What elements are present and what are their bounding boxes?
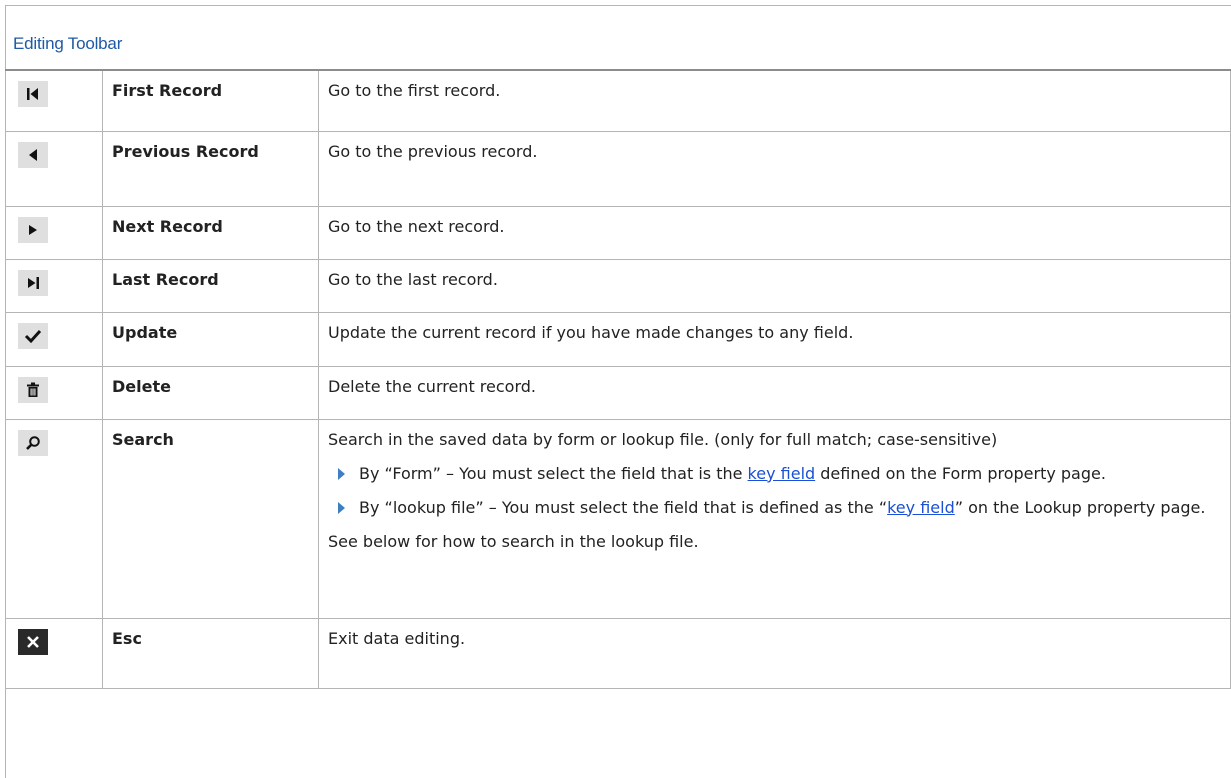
button-name: Update: [102, 312, 319, 367]
bullet-text-after: defined on the Form property page.: [815, 463, 1106, 483]
button-name: Next Record: [102, 206, 319, 260]
button-name: First Record: [102, 71, 319, 132]
button-name: Delete: [102, 366, 319, 420]
bullet-triangle-icon: [338, 467, 345, 480]
section-title: Editing Toolbar: [13, 34, 123, 53]
frame-top-border: [5, 5, 1231, 6]
close-icon[interactable]: [18, 628, 48, 655]
previous-record-icon[interactable]: [18, 141, 48, 168]
next-record-icon[interactable]: [18, 216, 48, 243]
button-description: Go to the next record.: [318, 206, 1231, 260]
button-description: Delete the current record.: [318, 366, 1231, 420]
bullet-text-after: ” on the Lookup property page.: [954, 497, 1206, 517]
table-row: Search Search in the saved data by form …: [5, 419, 1231, 619]
button-description: Go to the first record.: [318, 71, 1231, 132]
search-note: See below for how to search in the looku…: [328, 531, 699, 551]
icon-cell: [5, 131, 103, 207]
bullet-item: By “Form” – You must select the field th…: [328, 463, 1222, 485]
last-record-icon[interactable]: [18, 269, 48, 296]
button-name: Esc: [102, 618, 319, 689]
bullet-triangle-icon: [338, 501, 345, 514]
trash-icon[interactable]: [18, 376, 48, 403]
table-row: Update Update the current record if you …: [5, 312, 1231, 367]
bullet-text-before: By “Form” – You must select the field th…: [359, 463, 748, 483]
icon-cell: [5, 366, 103, 420]
key-field-link[interactable]: key field: [748, 464, 816, 483]
button-description: Update the current record if you have ma…: [318, 312, 1231, 367]
table-row: Last Record Go to the last record.: [5, 259, 1231, 313]
toolbar-table: First Record Go to the first record. Pre…: [5, 71, 1231, 689]
button-name: Previous Record: [102, 131, 319, 207]
icon-cell: [5, 259, 103, 313]
checkmark-icon[interactable]: [18, 322, 48, 349]
icon-cell: [5, 312, 103, 367]
button-name: Search: [102, 419, 319, 619]
button-description: Search in the saved data by form or look…: [328, 429, 998, 449]
bullet-item: By “lookup file” – You must select the f…: [328, 497, 1222, 519]
icon-cell: [5, 419, 103, 619]
table-row: Delete Delete the current record.: [5, 366, 1231, 420]
first-record-icon[interactable]: [18, 81, 48, 107]
button-name: Last Record: [102, 259, 319, 313]
button-description: Exit data editing.: [318, 618, 1231, 689]
icon-cell: [5, 618, 103, 689]
icon-cell: [5, 71, 103, 132]
table-row: Next Record Go to the next record.: [5, 206, 1231, 260]
magnifier-icon[interactable]: [18, 429, 48, 456]
table-row: First Record Go to the first record.: [5, 71, 1231, 132]
button-description: Go to the previous record.: [318, 131, 1231, 207]
table-row: Previous Record Go to the previous recor…: [5, 131, 1231, 207]
table-row: Esc Exit data editing.: [5, 618, 1231, 689]
button-description: Go to the last record.: [318, 259, 1231, 313]
button-description-cell: Search in the saved data by form or look…: [318, 419, 1231, 619]
icon-cell: [5, 206, 103, 260]
key-field-link[interactable]: key field: [887, 498, 955, 517]
bullet-text-before: By “lookup file” – You must select the f…: [359, 497, 888, 517]
